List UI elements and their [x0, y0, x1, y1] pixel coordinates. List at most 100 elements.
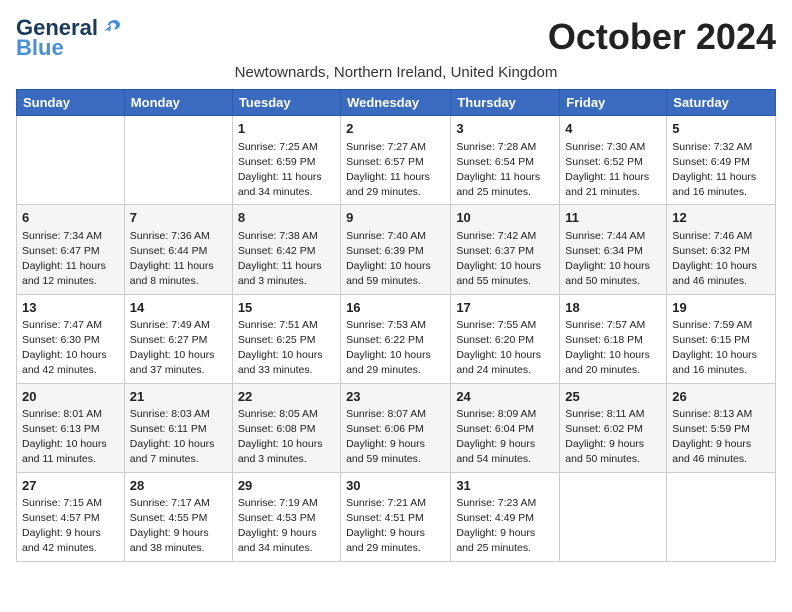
- week-row-5: 27Sunrise: 7:15 AM Sunset: 4:57 PM Dayli…: [17, 472, 776, 561]
- day-number: 18: [565, 299, 661, 317]
- day-number: 23: [346, 388, 445, 406]
- day-number: 30: [346, 477, 445, 495]
- day-number: 16: [346, 299, 445, 317]
- day-number: 22: [238, 388, 335, 406]
- day-number: 3: [456, 120, 554, 138]
- day-number: 2: [346, 120, 445, 138]
- day-info: Sunrise: 7:23 AM Sunset: 4:49 PM Dayligh…: [456, 496, 554, 557]
- calendar-cell: 31Sunrise: 7:23 AM Sunset: 4:49 PM Dayli…: [451, 472, 560, 561]
- calendar-cell: 11 Sunrise: 7:44 AM Sunset: 6:34 PM Dayli…: [560, 205, 667, 294]
- day-number: 7: [130, 209, 227, 227]
- calendar-cell: 21Sunrise: 8:03 AM Sunset: 6:11 PM Dayli…: [124, 383, 232, 472]
- day-number: 17: [456, 299, 554, 317]
- day-number: 8: [238, 209, 335, 227]
- day-info: Sunrise: 8:07 AM Sunset: 6:06 PM Dayligh…: [346, 407, 445, 468]
- day-info: Sunrise: 7:17 AM Sunset: 4:55 PM Dayligh…: [130, 496, 227, 557]
- day-number: 26: [672, 388, 770, 406]
- day-number: 25: [565, 388, 661, 406]
- calendar-cell: 4 Sunrise: 7:30 AM Sunset: 6:52 PM Daylig…: [560, 116, 667, 205]
- day-info: Sunrise: 7:57 AM Sunset: 6:18 PM Dayligh…: [565, 318, 661, 379]
- day-info: Sunrise: 7:34 AM Sunset: 6:47 PM Dayligh…: [22, 229, 119, 290]
- calendar-cell: 15Sunrise: 7:51 AM Sunset: 6:25 PM Dayli…: [232, 294, 340, 383]
- day-info: Sunrise: 7:51 AM Sunset: 6:25 PM Dayligh…: [238, 318, 335, 379]
- day-info: Sunrise: 7:32 AM Sunset: 6:49 PM Dayligh…: [672, 140, 770, 201]
- day-info: Sunrise: 8:03 AM Sunset: 6:11 PM Dayligh…: [130, 407, 227, 468]
- day-number: 21: [130, 388, 227, 406]
- day-info: Sunrise: 7:53 AM Sunset: 6:22 PM Dayligh…: [346, 318, 445, 379]
- logo: General Blue: [16, 16, 122, 60]
- calendar-cell: 1 Sunrise: 7:25 AM Sunset: 6:59 PM Daylig…: [232, 116, 340, 205]
- day-number: 15: [238, 299, 335, 317]
- week-row-2: 6Sunrise: 7:34 AM Sunset: 6:47 PM Daylig…: [17, 205, 776, 294]
- calendar-cell: 10 Sunrise: 7:42 AM Sunset: 6:37 PM Dayli…: [451, 205, 560, 294]
- month-title: October 2024: [548, 16, 776, 58]
- header-sunday: Sunday: [17, 90, 125, 116]
- calendar-cell: 7 Sunrise: 7:36 AM Sunset: 6:44 PM Daylig…: [124, 205, 232, 294]
- day-info: Sunrise: 7:21 AM Sunset: 4:51 PM Dayligh…: [346, 496, 445, 557]
- day-info: Sunrise: 7:38 AM Sunset: 6:42 PM Dayligh…: [238, 229, 335, 290]
- day-info: Sunrise: 8:11 AM Sunset: 6:02 PM Dayligh…: [565, 407, 661, 468]
- header-tuesday: Tuesday: [232, 90, 340, 116]
- day-number: 4: [565, 120, 661, 138]
- week-row-4: 20Sunrise: 8:01 AM Sunset: 6:13 PM Dayli…: [17, 383, 776, 472]
- day-info: Sunrise: 7:40 AM Sunset: 6:39 PM Dayligh…: [346, 229, 445, 290]
- day-number: 11: [565, 209, 661, 227]
- calendar-cell: 17Sunrise: 7:55 AM Sunset: 6:20 PM Dayli…: [451, 294, 560, 383]
- header-monday: Monday: [124, 90, 232, 116]
- day-info: Sunrise: 7:25 AM Sunset: 6:59 PM Dayligh…: [238, 140, 335, 201]
- calendar-cell: 23Sunrise: 8:07 AM Sunset: 6:06 PM Dayli…: [341, 383, 451, 472]
- day-info: Sunrise: 7:47 AM Sunset: 6:30 PM Dayligh…: [22, 318, 119, 379]
- day-number: 24: [456, 388, 554, 406]
- day-number: 13: [22, 299, 119, 317]
- calendar-cell: 26Sunrise: 8:13 AM Sunset: 5:59 PM Dayli…: [667, 383, 776, 472]
- calendar-cell: 9 Sunrise: 7:40 AM Sunset: 6:39 PM Daylig…: [341, 205, 451, 294]
- day-number: 31: [456, 477, 554, 495]
- day-info: Sunrise: 8:09 AM Sunset: 6:04 PM Dayligh…: [456, 407, 554, 468]
- day-info: Sunrise: 7:30 AM Sunset: 6:52 PM Dayligh…: [565, 140, 661, 201]
- day-info: Sunrise: 7:44 AM Sunset: 6:34 PM Dayligh…: [565, 229, 661, 290]
- calendar-cell: 22Sunrise: 8:05 AM Sunset: 6:08 PM Dayli…: [232, 383, 340, 472]
- calendar-header-row: SundayMondayTuesdayWednesdayThursdayFrid…: [17, 90, 776, 116]
- calendar-cell: 2 Sunrise: 7:27 AM Sunset: 6:57 PM Daylig…: [341, 116, 451, 205]
- calendar-cell: [124, 116, 232, 205]
- day-info: Sunrise: 7:28 AM Sunset: 6:54 PM Dayligh…: [456, 140, 554, 201]
- day-info: Sunrise: 7:59 AM Sunset: 6:15 PM Dayligh…: [672, 318, 770, 379]
- day-number: 10: [456, 209, 554, 227]
- day-info: Sunrise: 8:13 AM Sunset: 5:59 PM Dayligh…: [672, 407, 770, 468]
- day-number: 12: [672, 209, 770, 227]
- logo-bird-icon: [100, 17, 122, 39]
- calendar-cell: 29Sunrise: 7:19 AM Sunset: 4:53 PM Dayli…: [232, 472, 340, 561]
- day-number: 20: [22, 388, 119, 406]
- calendar-cell: 3 Sunrise: 7:28 AM Sunset: 6:54 PM Daylig…: [451, 116, 560, 205]
- calendar-cell: 8 Sunrise: 7:38 AM Sunset: 6:42 PM Daylig…: [232, 205, 340, 294]
- day-info: Sunrise: 8:01 AM Sunset: 6:13 PM Dayligh…: [22, 407, 119, 468]
- week-row-3: 13Sunrise: 7:47 AM Sunset: 6:30 PM Dayli…: [17, 294, 776, 383]
- calendar-cell: 24Sunrise: 8:09 AM Sunset: 6:04 PM Dayli…: [451, 383, 560, 472]
- header-thursday: Thursday: [451, 90, 560, 116]
- week-row-1: 1 Sunrise: 7:25 AM Sunset: 6:59 PM Daylig…: [17, 116, 776, 205]
- header-saturday: Saturday: [667, 90, 776, 116]
- calendar-cell: 27Sunrise: 7:15 AM Sunset: 4:57 PM Dayli…: [17, 472, 125, 561]
- calendar-table: SundayMondayTuesdayWednesdayThursdayFrid…: [16, 89, 776, 561]
- calendar-cell: [560, 472, 667, 561]
- calendar-cell: 16Sunrise: 7:53 AM Sunset: 6:22 PM Dayli…: [341, 294, 451, 383]
- subtitle: Newtownards, Northern Ireland, United Ki…: [16, 64, 776, 81]
- day-info: Sunrise: 7:42 AM Sunset: 6:37 PM Dayligh…: [456, 229, 554, 290]
- day-info: Sunrise: 7:15 AM Sunset: 4:57 PM Dayligh…: [22, 496, 119, 557]
- day-info: Sunrise: 8:05 AM Sunset: 6:08 PM Dayligh…: [238, 407, 335, 468]
- day-number: 28: [130, 477, 227, 495]
- day-number: 5: [672, 120, 770, 138]
- calendar-cell: [17, 116, 125, 205]
- logo-blue: Blue: [16, 36, 64, 60]
- day-info: Sunrise: 7:49 AM Sunset: 6:27 PM Dayligh…: [130, 318, 227, 379]
- header-wednesday: Wednesday: [341, 90, 451, 116]
- day-info: Sunrise: 7:19 AM Sunset: 4:53 PM Dayligh…: [238, 496, 335, 557]
- calendar-cell: 12Sunrise: 7:46 AM Sunset: 6:32 PM Dayli…: [667, 205, 776, 294]
- calendar-cell: 14Sunrise: 7:49 AM Sunset: 6:27 PM Dayli…: [124, 294, 232, 383]
- day-info: Sunrise: 7:36 AM Sunset: 6:44 PM Dayligh…: [130, 229, 227, 290]
- day-number: 9: [346, 209, 445, 227]
- day-number: 19: [672, 299, 770, 317]
- day-number: 1: [238, 120, 335, 138]
- page-header: General Blue October 2024: [16, 16, 776, 60]
- day-info: Sunrise: 7:27 AM Sunset: 6:57 PM Dayligh…: [346, 140, 445, 201]
